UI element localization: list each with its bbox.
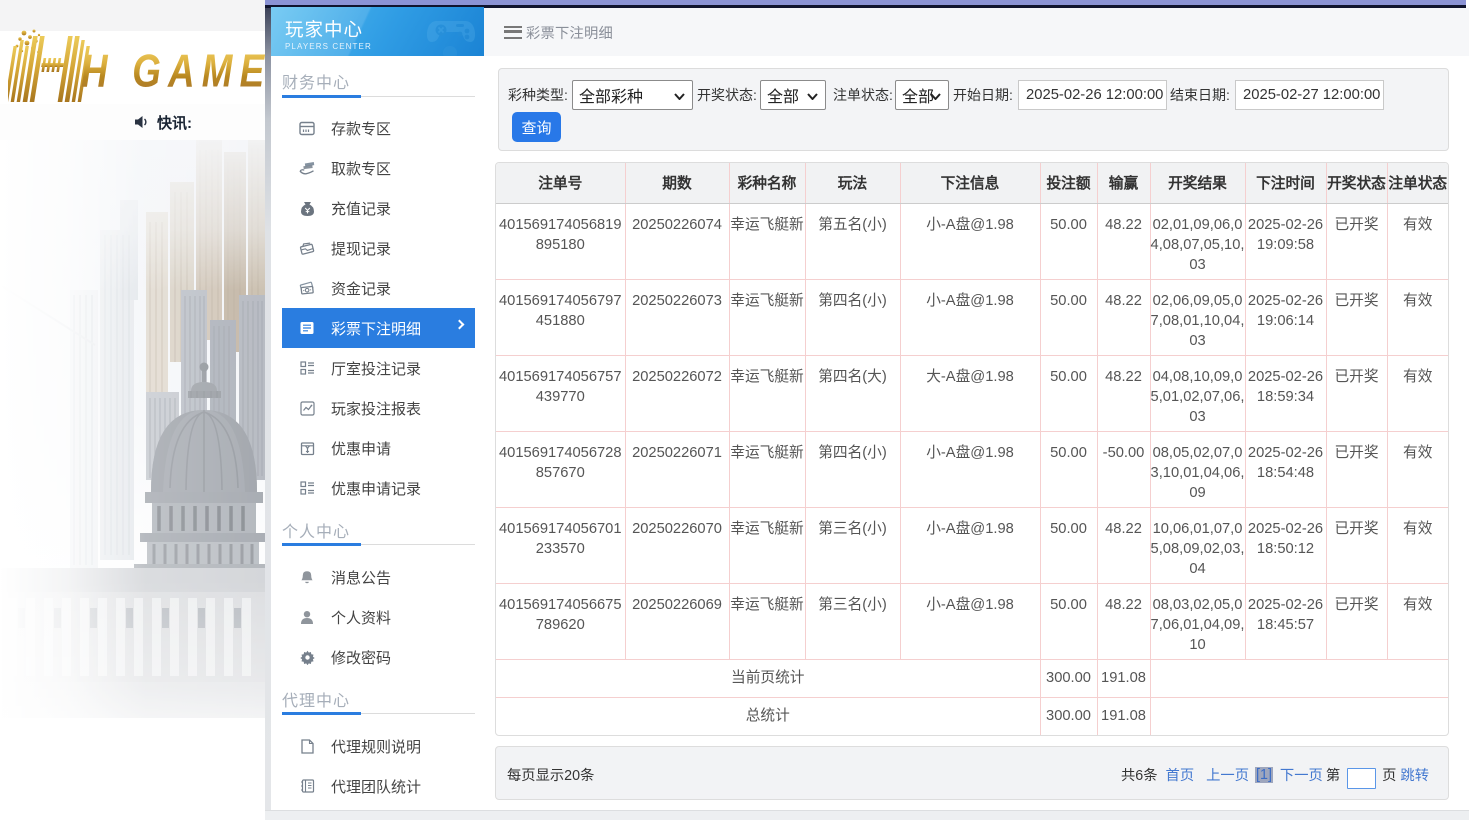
svg-text:H GAME: H GAME xyxy=(81,45,265,97)
